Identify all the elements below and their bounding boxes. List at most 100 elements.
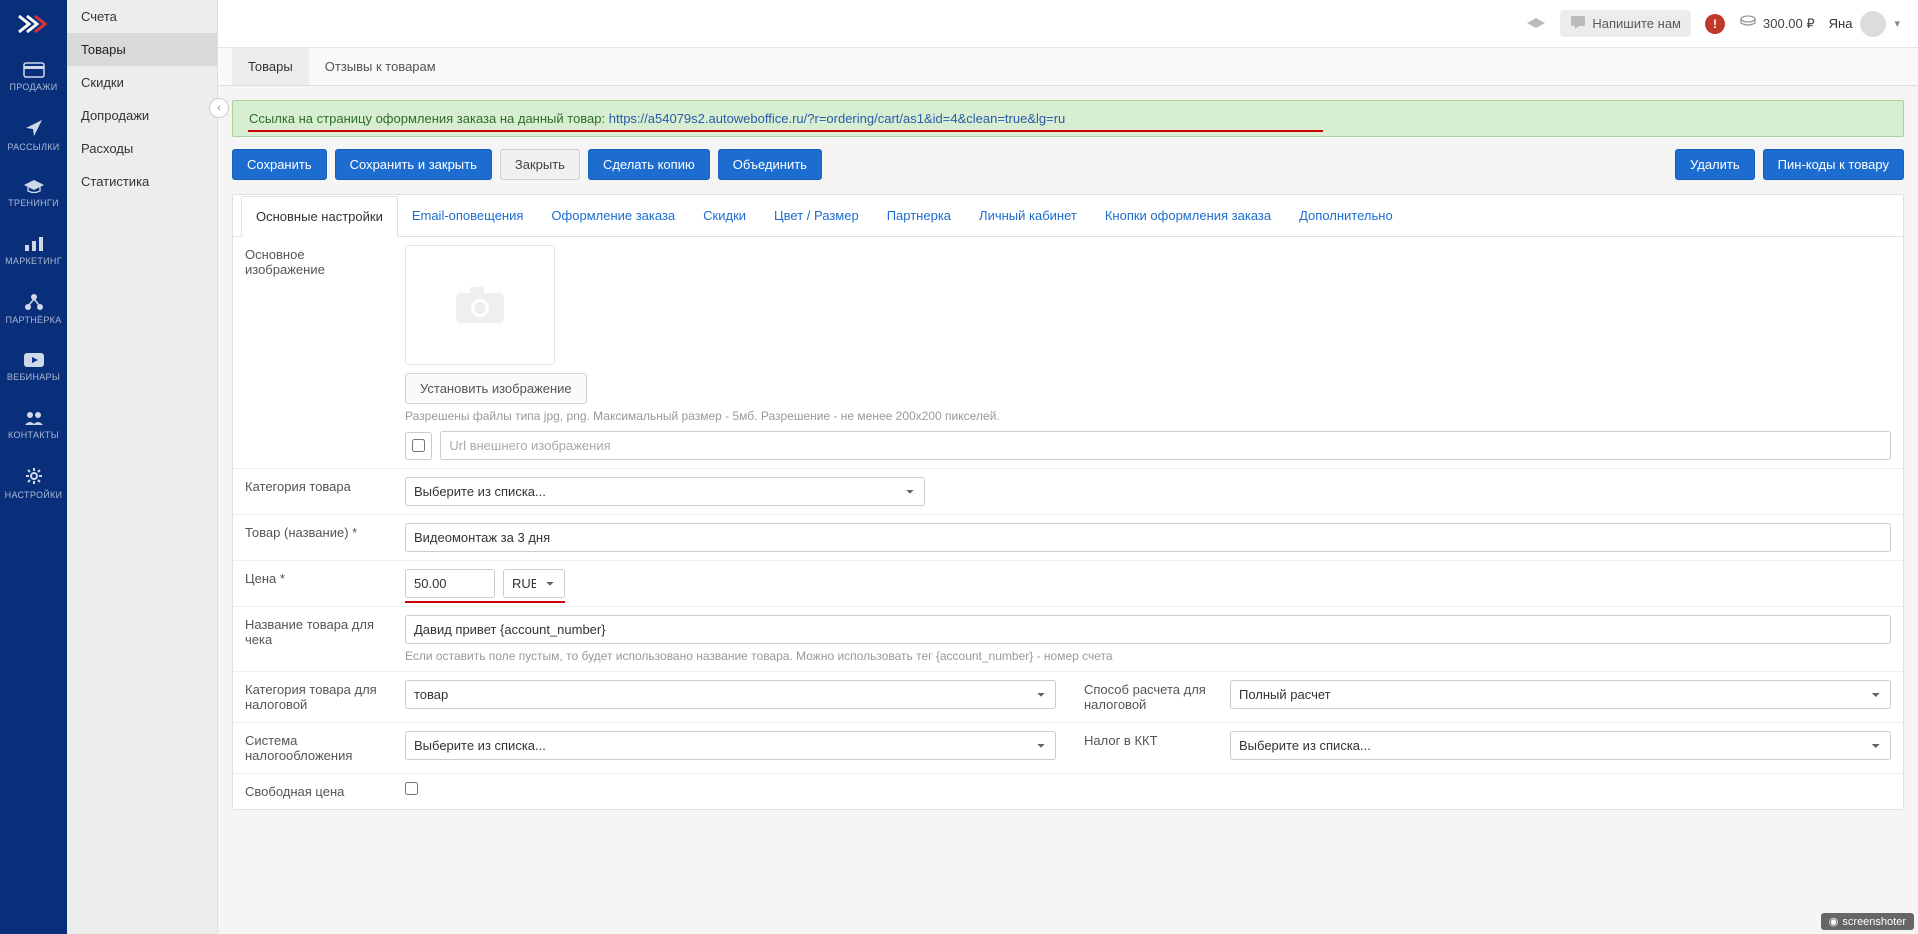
nav-settings[interactable]: НАСТРОЙКИ bbox=[0, 454, 67, 512]
label-price: Цена * bbox=[233, 561, 393, 606]
bars-icon bbox=[24, 236, 44, 252]
nav-label: НАСТРОЙКИ bbox=[5, 490, 63, 500]
notice-banner: Ссылка на страницу оформления заказа на … bbox=[232, 100, 1904, 137]
save-close-button[interactable]: Сохранить и закрыть bbox=[335, 149, 492, 180]
user-name: Яна bbox=[1829, 16, 1853, 31]
nav-label: ПРОДАЖИ bbox=[9, 82, 57, 92]
nav-label: МАРКЕТИНГ bbox=[5, 256, 62, 266]
send-icon bbox=[24, 118, 44, 138]
label-receipt-name: Название товара для чека bbox=[233, 607, 393, 671]
copy-button[interactable]: Сделать копию bbox=[588, 149, 710, 180]
url-checkbox[interactable] bbox=[412, 439, 425, 452]
close-button[interactable]: Закрыть bbox=[500, 149, 580, 180]
nav-sales[interactable]: ПРОДАЖИ bbox=[0, 48, 67, 106]
nav-label: РАССЫЛКИ bbox=[7, 142, 59, 152]
nav-label: КОНТАКТЫ bbox=[8, 430, 59, 440]
image-preview bbox=[405, 245, 555, 365]
nav-contacts[interactable]: КОНТАКТЫ bbox=[0, 396, 67, 454]
label-tax-category: Категория товара для налоговой bbox=[233, 672, 393, 722]
receipt-name-input[interactable] bbox=[405, 615, 1891, 644]
subtab-partner[interactable]: Партнерка bbox=[873, 196, 965, 237]
image-hint: Разрешены файлы типа jpg, png. Максималь… bbox=[405, 409, 1891, 423]
chat-icon bbox=[1570, 15, 1586, 32]
form-tabs: Основные настройки Email-оповещения Офор… bbox=[233, 195, 1903, 237]
highlight-underline bbox=[405, 601, 565, 603]
set-image-button[interactable]: Установить изображение bbox=[405, 373, 587, 404]
tab-reviews[interactable]: Отзывы к товарам bbox=[309, 48, 452, 85]
graduation-icon bbox=[23, 178, 45, 194]
tab-goods[interactable]: Товары bbox=[232, 48, 309, 85]
save-button[interactable]: Сохранить bbox=[232, 149, 327, 180]
card-icon bbox=[23, 62, 45, 78]
receipt-hint: Если оставить поле пустым, то будет испо… bbox=[405, 649, 1891, 663]
subtab-buttons[interactable]: Кнопки оформления заказа bbox=[1091, 196, 1285, 237]
category-select[interactable]: Выберите из списка... bbox=[405, 477, 925, 506]
nav-training[interactable]: ТРЕНИНГИ bbox=[0, 164, 67, 222]
label-free-price: Свободная цена bbox=[233, 774, 393, 809]
highlight-underline bbox=[248, 130, 1323, 132]
merge-button[interactable]: Объединить bbox=[718, 149, 822, 180]
notice-text: Ссылка на страницу оформления заказа на … bbox=[249, 111, 609, 126]
price-input[interactable] bbox=[405, 569, 495, 598]
tax-system-select[interactable]: Выберите из списка... bbox=[405, 731, 1056, 760]
label-kkt-tax: Налог в ККТ bbox=[1068, 723, 1218, 773]
logo[interactable] bbox=[0, 0, 67, 48]
contact-label: Напишите нам bbox=[1592, 16, 1681, 31]
contact-button[interactable]: Напишите нам bbox=[1560, 10, 1691, 37]
subtab-extra[interactable]: Дополнительно bbox=[1285, 196, 1407, 237]
name-input[interactable] bbox=[405, 523, 1891, 552]
alert-badge[interactable]: ! bbox=[1705, 14, 1725, 34]
gear-icon bbox=[24, 466, 44, 486]
topbar: Напишите нам ! 300.00 ₽ Яна ▾ bbox=[218, 0, 1918, 48]
screenshoter-label: screenshoter bbox=[1842, 916, 1906, 928]
kkt-tax-select[interactable]: Выберите из списка... bbox=[1230, 731, 1891, 760]
sub-sidebar: Счета Товары Скидки Допродажи Расходы Ст… bbox=[67, 0, 218, 934]
subtab-checkout[interactable]: Оформление заказа bbox=[537, 196, 689, 237]
camera-icon bbox=[452, 283, 508, 327]
main-sidebar: ПРОДАЖИ РАССЫЛКИ ТРЕНИНГИ МАРКЕТИНГ ПАРТ… bbox=[0, 0, 67, 934]
subtab-email[interactable]: Email-оповещения bbox=[398, 196, 538, 237]
tax-category-select[interactable]: товар bbox=[405, 680, 1056, 709]
graduation-icon[interactable] bbox=[1526, 17, 1546, 31]
avatar bbox=[1860, 11, 1886, 37]
calc-method-select[interactable]: Полный расчет bbox=[1230, 680, 1891, 709]
nav-webinars[interactable]: ВЕБИНАРЫ bbox=[0, 338, 67, 396]
subtab-color[interactable]: Цвет / Размер bbox=[760, 196, 873, 237]
coins-icon bbox=[1739, 15, 1757, 32]
nav-partner[interactable]: ПАРТНЁРКА bbox=[0, 280, 67, 338]
subtab-discounts[interactable]: Скидки bbox=[689, 196, 760, 237]
screenshoter-badge: ◉ screenshoter bbox=[1821, 913, 1914, 930]
subtab-account[interactable]: Личный кабинет bbox=[965, 196, 1091, 237]
subnav-expenses[interactable]: Расходы bbox=[67, 132, 217, 165]
label-main-image: Основное изображение bbox=[233, 237, 393, 468]
free-price-checkbox[interactable] bbox=[405, 782, 418, 795]
label-category: Категория товара bbox=[233, 469, 393, 514]
subnav-discounts[interactable]: Скидки bbox=[67, 66, 217, 99]
external-url-input[interactable] bbox=[440, 431, 1891, 460]
notice-link[interactable]: https://a54079s2.autoweboffice.ru/?r=ord… bbox=[609, 111, 1066, 126]
network-icon bbox=[24, 293, 44, 311]
delete-button[interactable]: Удалить bbox=[1675, 149, 1755, 180]
page-tabs: Товары Отзывы к товарам bbox=[218, 48, 1918, 86]
label-calc-method: Способ расчета для налоговой bbox=[1068, 672, 1218, 722]
action-buttons: Сохранить Сохранить и закрыть Закрыть Сд… bbox=[232, 149, 1904, 180]
subnav-stats[interactable]: Статистика bbox=[67, 165, 217, 198]
subnav-goods[interactable]: Товары bbox=[67, 33, 217, 66]
users-icon bbox=[23, 410, 45, 426]
subnav-accounts[interactable]: Счета bbox=[67, 0, 217, 33]
balance[interactable]: 300.00 ₽ bbox=[1739, 15, 1815, 32]
nav-mail[interactable]: РАССЫЛКИ bbox=[0, 106, 67, 164]
balance-value: 300.00 ₽ bbox=[1763, 16, 1815, 32]
nav-marketing[interactable]: МАРКЕТИНГ bbox=[0, 222, 67, 280]
user-menu[interactable]: Яна ▾ bbox=[1829, 11, 1900, 37]
label-tax-system: Система налогообложения bbox=[233, 723, 393, 773]
chevron-down-icon: ▾ bbox=[1894, 17, 1900, 30]
play-icon bbox=[23, 352, 45, 368]
nav-label: ТРЕНИНГИ bbox=[8, 198, 59, 208]
subnav-upsells[interactable]: Допродажи bbox=[67, 99, 217, 132]
pincodes-button[interactable]: Пин-коды к товару bbox=[1763, 149, 1904, 180]
collapse-subsidebar[interactable]: ‹ bbox=[209, 98, 229, 118]
subtab-main[interactable]: Основные настройки bbox=[241, 196, 398, 237]
currency-select[interactable]: RUB bbox=[503, 569, 565, 598]
camera-icon: ◉ bbox=[1829, 915, 1839, 928]
